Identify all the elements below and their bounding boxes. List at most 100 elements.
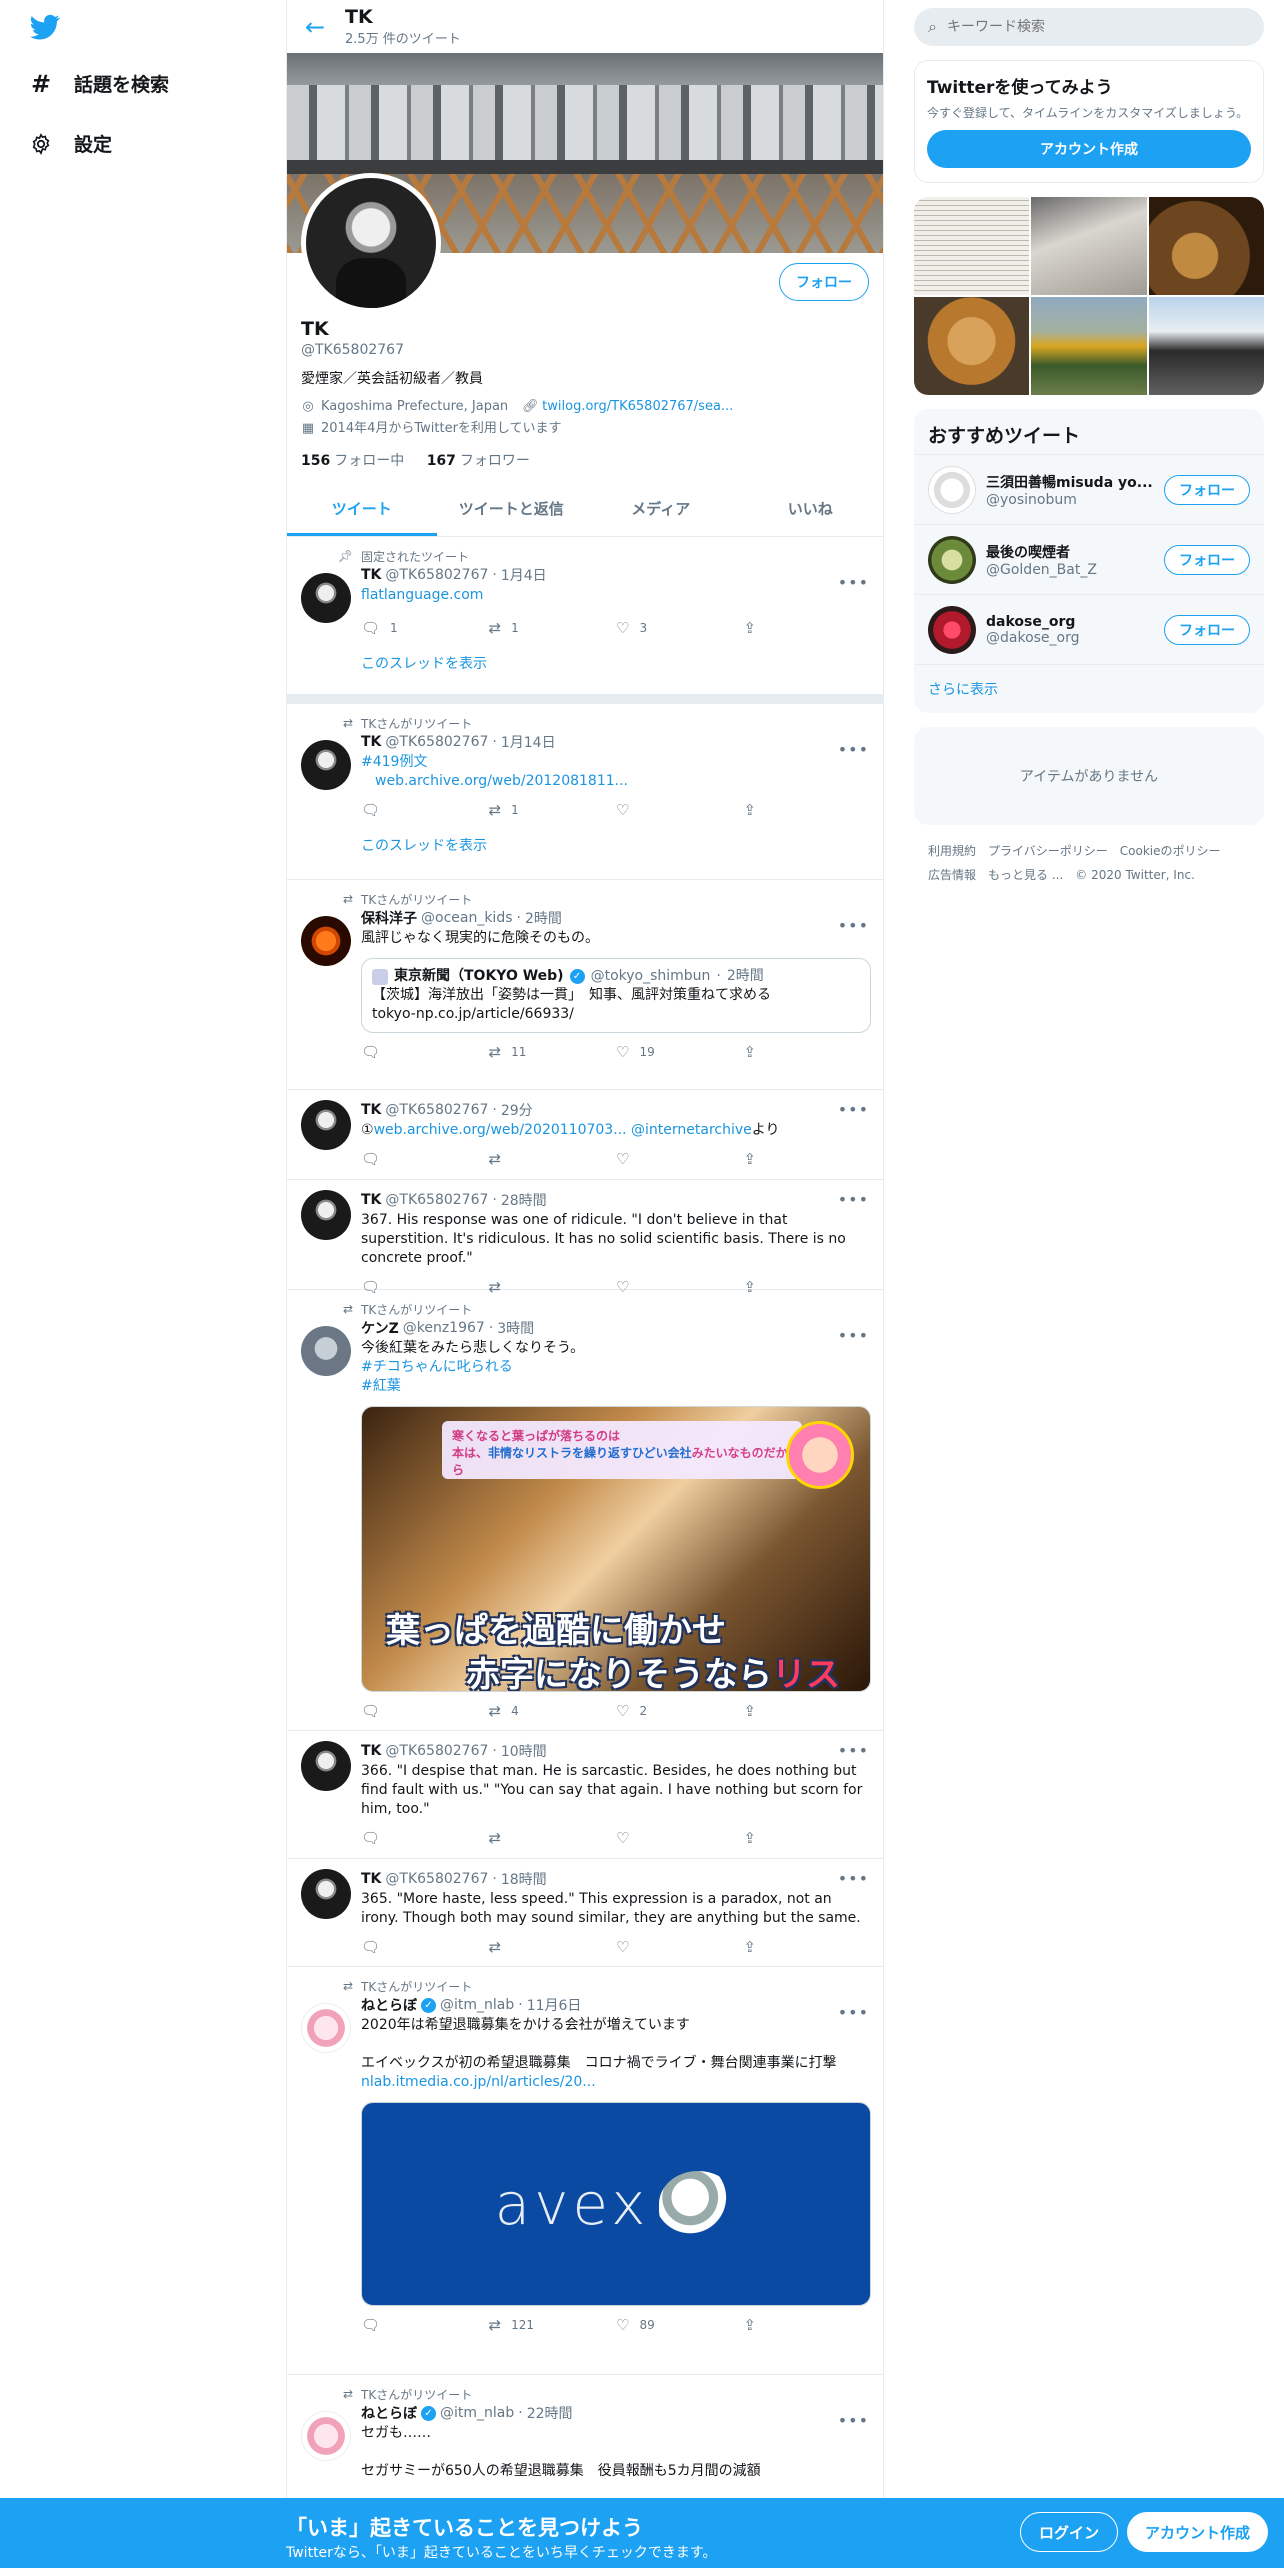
rec-follow-button[interactable]: フォロー — [1164, 614, 1250, 645]
tab-media[interactable]: メディア — [586, 483, 736, 536]
rec-user[interactable]: 三須田善暢misuda yo... @yosinobum フォロー — [914, 454, 1264, 524]
tweet-link[interactable]: web.archive.org/web/2020110703... — [374, 1122, 627, 1138]
share-button[interactable]: ⇪ — [744, 1829, 872, 1847]
media-thumb[interactable] — [914, 297, 1030, 395]
more-options-icon[interactable]: ••• — [838, 1100, 869, 1119]
tweet-time[interactable]: 28時間 — [501, 1190, 547, 1210]
tweet-avatar[interactable] — [301, 2411, 351, 2461]
tweet[interactable]: 📌︎ 固定されたツイート TK @TK65802767 · 1月4日 ••• flatl… — [287, 537, 883, 704]
show-thread-link[interactable]: このスレッドを表示 — [361, 835, 871, 855]
retweet-button[interactable]: ⇄ 121 — [489, 2316, 617, 2334]
nav-settings[interactable]: 設定 — [28, 130, 112, 157]
tweet-time[interactable]: 3時間 — [497, 1318, 534, 1338]
share-button[interactable]: ⇪ — [744, 1150, 872, 1168]
media-thumb[interactable] — [1148, 197, 1264, 295]
reply-button[interactable]: 🗨︎ — [361, 1150, 489, 1168]
like-button[interactable]: ♡ — [616, 1829, 744, 1847]
show-thread-link[interactable]: このスレッドを表示 — [361, 653, 871, 673]
show-more-link[interactable]: さらに表示 — [914, 664, 1264, 713]
more-options-icon[interactable]: ••• — [838, 2411, 869, 2430]
tweet-time[interactable]: 11月6日 — [527, 1995, 582, 2015]
media-thumb[interactable] — [1031, 297, 1147, 395]
like-button[interactable]: ♡ 89 — [616, 2316, 744, 2334]
footer-ads[interactable]: 広告情報 — [928, 868, 976, 882]
tweet-author[interactable]: 保科洋子 — [361, 908, 417, 928]
tweet-avatar[interactable] — [301, 573, 351, 623]
tweet-author[interactable]: TK — [361, 1743, 381, 1759]
tweet[interactable]: ⇄ TKさんがリツイート ねとらぼ ✓ @itm_nlab · 22時間 ••• セガも…… — [287, 2375, 883, 2515]
tweet-author[interactable]: ねとらぼ — [361, 1995, 417, 2015]
more-options-icon[interactable]: ••• — [838, 1869, 869, 1888]
share-button[interactable]: ⇪ — [744, 1938, 872, 1956]
like-button[interactable]: ♡ 2 — [616, 1702, 744, 1720]
reply-button[interactable]: 🗨︎ — [361, 1043, 489, 1061]
share-button[interactable]: ⇪ — [744, 619, 872, 637]
tweet-link[interactable]: nlab.itmedia.co.jp/nl/articles/20... — [361, 2074, 596, 2090]
create-account-button[interactable]: アカウント作成 — [1127, 2512, 1269, 2552]
login-button[interactable]: ログイン — [1020, 2512, 1119, 2552]
search-box[interactable]: ⌕ — [914, 8, 1264, 46]
media-thumb[interactable] — [1148, 297, 1264, 395]
tweet-avatar[interactable] — [301, 1100, 351, 1150]
tab-tweets-replies[interactable]: ツイートと返信 — [437, 483, 587, 536]
share-button[interactable]: ⇪ — [744, 801, 872, 819]
hashtag-link[interactable]: #419例文 — [361, 754, 427, 770]
tweet-image[interactable]: avex — [361, 2102, 871, 2306]
like-button[interactable]: ♡ — [616, 1938, 744, 1956]
footer-more[interactable]: もっと見る ... — [988, 868, 1063, 882]
tweet-author[interactable]: TK — [361, 1871, 381, 1887]
tweet-time[interactable]: 1月4日 — [501, 565, 547, 585]
rec-user[interactable]: dakose_org @dakose_org フォロー — [914, 594, 1264, 664]
tweet-author[interactable]: ケンZ — [361, 1318, 399, 1338]
reply-button[interactable]: 🗨︎ — [361, 1702, 489, 1720]
retweet-button[interactable]: ⇄ 1 — [489, 619, 617, 637]
retweet-button[interactable]: ⇄ — [489, 1829, 617, 1847]
tweet-link[interactable]: web.archive.org/web/2012081811... — [375, 773, 628, 789]
retweet-button[interactable]: ⇄ — [489, 1150, 617, 1168]
more-options-icon[interactable]: ••• — [838, 916, 869, 935]
tweet-avatar[interactable] — [301, 1741, 351, 1791]
tab-tweets[interactable]: ツイート — [287, 483, 437, 536]
tweet[interactable]: ⇄ TKさんがリツイート ケンZ @kenz1967 · 3時間 ••• 今後紅葉をみた… — [287, 1290, 883, 1731]
tweet-time[interactable]: 18時間 — [501, 1869, 547, 1889]
rec-user[interactable]: 最後の喫煙者 @Golden_Bat_Z フォロー — [914, 524, 1264, 594]
footer-cookies[interactable]: Cookieのポリシー — [1120, 844, 1221, 858]
reply-button[interactable]: 🗨︎ — [361, 1829, 489, 1847]
tweet-time[interactable]: 29分 — [501, 1100, 533, 1120]
share-button[interactable]: ⇪ — [744, 2316, 872, 2334]
tweet-author[interactable]: TK — [361, 1102, 381, 1118]
profile-website[interactable]: twilog.org/TK65802767/sea... — [542, 399, 733, 414]
rec-avatar[interactable] — [928, 605, 976, 654]
tweet-avatar[interactable] — [301, 740, 351, 790]
rec-avatar[interactable] — [928, 465, 976, 514]
media-thumb[interactable] — [914, 197, 1030, 295]
reply-button[interactable]: 🗨︎ — [361, 801, 489, 819]
tweet-link[interactable]: flatlanguage.com — [361, 587, 483, 603]
more-options-icon[interactable]: ••• — [838, 1741, 869, 1760]
tweet-time[interactable]: 10時間 — [501, 1741, 547, 1761]
tweet[interactable]: TK @TK65802767 · 10時間 ••• 366. "I despise t… — [287, 1731, 883, 1859]
quoted-tweet[interactable]: 東京新聞（TOKYO Web) ✓ @tokyo_shimbun · 2時間 【茨城】海… — [361, 958, 871, 1033]
tweet[interactable]: ⇄ TKさんがリツイート ねとらぼ ✓ @itm_nlab · 11月6日 ••• 202… — [287, 1967, 883, 2375]
tweet-avatar[interactable] — [301, 1326, 351, 1376]
rec-follow-button[interactable]: フォロー — [1164, 544, 1250, 575]
retweet-button[interactable]: ⇄ 11 — [489, 1043, 617, 1061]
footer-privacy[interactable]: プライバシーポリシー — [988, 844, 1108, 858]
hashtag-link[interactable]: #紅葉 — [361, 1378, 401, 1394]
more-options-icon[interactable]: ••• — [838, 740, 869, 759]
tweet[interactable]: ⇄ TKさんがリツイート TK @TK65802767 · 1月14日 ••• #419… — [287, 704, 883, 880]
create-account-button[interactable]: アカウント作成 — [927, 130, 1251, 168]
tweet-avatar[interactable] — [301, 1869, 351, 1919]
retweet-button[interactable]: ⇄ — [489, 1938, 617, 1956]
tweet-image[interactable]: 寒くなると葉っぱが落ちるのは 本は、非情なリストラを繰り返すひどい会社みたいなもの… — [361, 1406, 871, 1692]
more-options-icon[interactable]: ••• — [838, 1190, 869, 1209]
tweet-avatar[interactable] — [301, 916, 351, 966]
share-button[interactable]: ⇪ — [744, 1702, 872, 1720]
reply-button[interactable]: 🗨︎ — [361, 2316, 489, 2334]
search-input[interactable] — [946, 19, 1207, 35]
followers-link[interactable]: 167 フォロワー — [427, 453, 530, 469]
like-button[interactable]: ♡ 3 — [616, 619, 744, 637]
tweet-author[interactable]: ねとらぼ — [361, 2403, 417, 2423]
tab-likes[interactable]: いいね — [736, 483, 884, 536]
rec-avatar[interactable] — [928, 535, 976, 584]
